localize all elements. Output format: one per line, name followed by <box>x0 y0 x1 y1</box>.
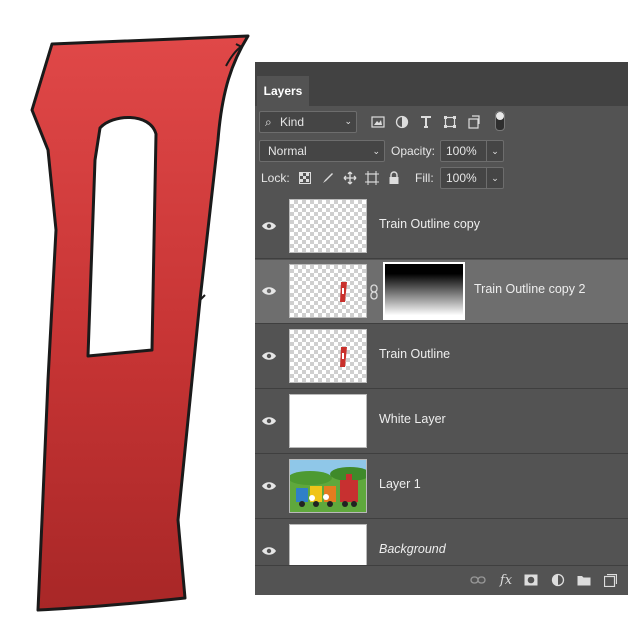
layer-row-train-outline-copy[interactable]: Train Outline copy <box>255 195 628 259</box>
layer-name[interactable]: Background <box>379 542 446 556</box>
link-chain-icon[interactable] <box>369 284 379 300</box>
eye-visibility-icon[interactable] <box>261 220 277 232</box>
layer-name[interactable]: Train Outline copy 2 <box>474 282 585 296</box>
lock-label: Lock: <box>261 171 290 185</box>
lock-all-icon[interactable] <box>386 170 402 186</box>
new-adjustment-layer-icon[interactable] <box>549 572 567 588</box>
eye-visibility-icon[interactable] <box>261 415 277 427</box>
shape-layer-filter-icon[interactable] <box>441 113 459 131</box>
smart-object-filter-icon[interactable] <box>465 113 483 131</box>
lock-artboard-icon[interactable] <box>364 170 380 186</box>
layer-mask-thumbnail[interactable] <box>383 262 465 320</box>
search-icon: ⌕ <box>265 115 272 129</box>
train-illustration-thumbnail <box>288 460 370 512</box>
layer-list: Train Outline copy Train Outline copy 2 … <box>255 195 628 565</box>
layer-thumbnail <box>289 264 367 318</box>
chevron-down-icon: ⌄ <box>344 117 352 127</box>
fx-layer-style-icon[interactable]: fx <box>497 572 515 588</box>
layer-thumbnail <box>288 459 370 513</box>
eye-visibility-icon[interactable] <box>261 285 277 297</box>
layer-row-train-outline-copy-2[interactable]: Train Outline copy 2 <box>255 260 628 324</box>
layer-row-train-outline[interactable]: Train Outline <box>255 325 628 389</box>
new-group-folder-icon[interactable] <box>575 572 593 588</box>
fill-field[interactable]: 100% ⌄ <box>440 167 504 189</box>
layers-bottom-toolbar: fx <box>255 565 628 595</box>
fill-value: 100% <box>446 171 477 185</box>
filter-toggle[interactable] <box>495 111 505 131</box>
layer-row-layer-1[interactable]: Layer 1 <box>255 455 628 519</box>
layer-thumbnail <box>289 329 367 383</box>
blend-mode-select[interactable]: Normal ⌄ <box>259 140 385 162</box>
chevron-down-icon[interactable]: ⌄ <box>486 168 503 188</box>
panel-tab-bar: Layers <box>255 62 628 106</box>
layer-row-background[interactable]: Background <box>255 520 628 565</box>
new-layer-icon[interactable] <box>601 572 619 588</box>
layer-thumbnail <box>289 524 367 565</box>
eye-visibility-icon[interactable] <box>261 480 277 492</box>
adjustment-layer-filter-icon[interactable] <box>393 113 411 131</box>
eye-visibility-icon[interactable] <box>261 350 277 362</box>
opacity-label: Opacity: <box>391 144 436 158</box>
chevron-down-icon[interactable]: ⌄ <box>486 141 503 161</box>
type-layer-filter-icon[interactable] <box>417 113 435 131</box>
opacity-field[interactable]: 100% ⌄ <box>440 140 504 162</box>
add-layer-mask-icon[interactable] <box>522 572 540 588</box>
filter-kind-label: Kind <box>280 115 305 129</box>
eye-visibility-icon[interactable] <box>261 545 277 557</box>
lock-transparent-pixels-icon[interactable] <box>297 170 313 186</box>
lock-row: Lock: Fill: 100% ⌄ <box>255 167 628 191</box>
layer-thumbnail <box>289 394 367 448</box>
blend-mode-value: Normal <box>268 144 307 158</box>
lock-position-icon[interactable] <box>342 170 358 186</box>
filter-kind-select[interactable]: ⌕ Kind ⌄ <box>259 111 357 133</box>
pixel-layer-filter-icon[interactable] <box>369 113 387 131</box>
chevron-down-icon: ⌄ <box>372 146 380 156</box>
link-layers-icon[interactable] <box>469 572 487 588</box>
layer-name[interactable]: White Layer <box>379 412 446 426</box>
lock-image-pixels-icon[interactable] <box>320 170 336 186</box>
layers-panel: Layers ⌕ Kind ⌄ Normal ⌄ Opacity: 100% ⌄… <box>255 62 628 595</box>
opacity-value: 100% <box>446 144 477 158</box>
filter-row: ⌕ Kind ⌄ <box>255 110 628 136</box>
window-cutout <box>86 115 158 358</box>
layer-name[interactable]: Train Outline <box>379 347 450 361</box>
tab-layers[interactable]: Layers <box>257 76 309 106</box>
layer-name[interactable]: Layer 1 <box>379 477 421 491</box>
layer-name[interactable]: Train Outline copy <box>379 217 480 231</box>
blend-row: Normal ⌄ Opacity: 100% ⌄ <box>255 140 628 164</box>
layer-thumbnail <box>289 199 367 253</box>
fill-label: Fill: <box>415 171 434 185</box>
layer-row-white-layer[interactable]: White Layer <box>255 390 628 454</box>
